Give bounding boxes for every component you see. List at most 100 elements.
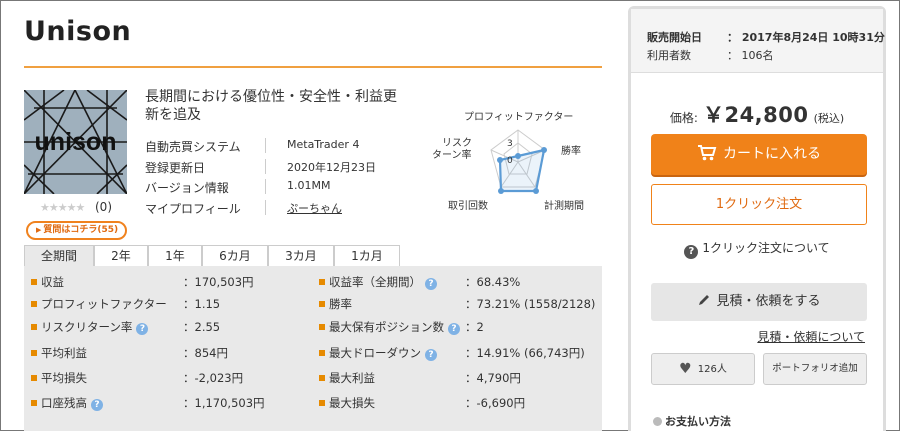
price-value: ￥24,800 xyxy=(702,103,809,127)
product-title: Unison xyxy=(24,16,132,47)
stat-label: リスクリターン率? xyxy=(41,319,149,335)
about-quote-link[interactable]: 見積・依頼について xyxy=(757,328,865,345)
stat-value: ：1.15 xyxy=(183,297,221,311)
stat-label: 平均利益 xyxy=(41,345,87,361)
stat-label-text: 収益率（全期間） xyxy=(329,275,421,289)
bullet-square xyxy=(31,375,37,381)
about-one-click-label: 1クリック注文について xyxy=(702,241,830,255)
tab-1-year[interactable]: 1年 xyxy=(148,245,202,267)
stat-label-text: 勝率 xyxy=(329,297,352,311)
one-click-order-button[interactable]: 1クリック注文 xyxy=(651,184,867,225)
users-label: 利用者数 xyxy=(647,49,691,62)
users-value: ： 106名 xyxy=(727,49,774,62)
bullet-square xyxy=(319,400,325,406)
stat-label: 収益 xyxy=(41,274,64,290)
stat-label-text: 最大利益 xyxy=(329,371,375,385)
purchase-sidebar: 販売開始日 ： 2017年8月24日 10時31分 利用者数 ： 106名 価格… xyxy=(628,6,886,431)
stat-label-text: 収益 xyxy=(41,275,64,289)
stat-label-text: 最大ドローダウン xyxy=(329,346,421,360)
product-thumbnail[interactable]: unison xyxy=(24,90,127,194)
stat-label: 収益率（全期間）? xyxy=(329,274,437,290)
favorite-count: 126人 xyxy=(697,364,727,375)
sale-start-value: ： 2017年8月24日 10時31分 xyxy=(727,31,885,44)
stats-panel: 収益 ：170,503円 プロフィットファクター ：1.15 リスクリターン率? ：2… xyxy=(24,266,602,431)
bullet-square xyxy=(31,301,37,307)
bullet-square xyxy=(319,350,325,356)
bullet-square xyxy=(31,400,37,406)
stat-value: ：73.21% (1558/2128) xyxy=(465,297,596,311)
radar-label-risk-2: ターン率 xyxy=(432,150,472,161)
info-separator xyxy=(265,158,266,174)
profile-link[interactable]: ぷーちゃん xyxy=(287,200,342,216)
stat-label: 最大損失 xyxy=(329,395,375,411)
stat-label-text: リスクリターン率 xyxy=(41,320,133,334)
stat-label: 最大保有ポジション数? xyxy=(329,319,460,335)
help-icon[interactable]: ? xyxy=(91,399,103,411)
bullet-square xyxy=(31,279,37,285)
question-icon: ? xyxy=(684,245,699,259)
radar-label-risk: リスク xyxy=(442,138,472,149)
info-value: 1.01MM xyxy=(287,179,331,192)
radar-label-pf: プロフィットファクター xyxy=(464,112,574,123)
about-one-click-link[interactable]: ? 1クリック注文について xyxy=(631,239,883,259)
stat-label-text: 口座残高 xyxy=(41,396,87,410)
stat-value: ：-2,023円 xyxy=(183,371,244,385)
bullet-square xyxy=(31,324,37,330)
tab-1-month[interactable]: 1カ月 xyxy=(334,245,400,267)
heart-icon: ♥ xyxy=(679,361,692,377)
sale-meta: 販売開始日 ： 2017年8月24日 10時31分 利用者数 ： 106名 xyxy=(631,9,885,73)
help-icon[interactable]: ? xyxy=(425,278,437,290)
stat-value: ：1,170,503円 xyxy=(183,396,265,410)
add-portfolio-button[interactable]: ポートフォリオ追加 xyxy=(763,353,867,385)
stat-label-text: 最大保有ポジション数 xyxy=(329,320,444,334)
rating-stars: ★★★★★ xyxy=(40,201,85,214)
question-link-button[interactable]: ▶ 質問はコチラ(55) xyxy=(26,221,127,240)
sale-start-label: 販売開始日 xyxy=(647,31,702,44)
tab-all-period[interactable]: 全期間 xyxy=(24,245,94,267)
add-to-cart-label: カートに入れる xyxy=(723,146,821,162)
pen-icon xyxy=(699,295,710,305)
info-label: マイプロフィール xyxy=(145,201,241,216)
radar-label-trades: 取引回数 xyxy=(448,201,488,212)
stat-value: ：854円 xyxy=(183,346,228,360)
request-quote-button[interactable]: 見積・依頼をする xyxy=(651,283,867,321)
request-quote-label: 見積・依頼をする xyxy=(716,294,821,309)
cart-icon xyxy=(698,145,717,161)
stat-label-text: 平均損失 xyxy=(41,371,87,385)
price: 価格: ￥24,800 (税込) xyxy=(631,99,883,129)
payment-methods-label: お支払い方法 xyxy=(665,415,731,428)
radar-label-period: 計測期間 xyxy=(544,201,584,212)
tab-2-years[interactable]: 2年 xyxy=(94,245,148,267)
question-link-label: 質問はコチラ(55) xyxy=(43,225,119,235)
tab-6-months[interactable]: 6カ月 xyxy=(202,245,268,267)
product-description: 長期間における優位性・安全性・利益更新を追及 xyxy=(145,89,397,123)
info-separator xyxy=(265,199,266,215)
info-label: 自動売買システム xyxy=(145,140,241,154)
info-label: 登録更新日 xyxy=(145,160,206,175)
play-triangle-icon: ▶ xyxy=(36,226,42,234)
tab-3-months[interactable]: 3カ月 xyxy=(268,245,334,267)
help-icon[interactable]: ? xyxy=(425,349,437,361)
stat-value: ：-6,690円 xyxy=(465,396,526,410)
stat-value: ：2 xyxy=(465,320,484,334)
radar-scale-zero: 0 xyxy=(507,156,513,166)
stat-value: ：170,503円 xyxy=(183,275,254,289)
price-tax-note: (税込) xyxy=(813,112,845,125)
rating-count: (0) xyxy=(95,200,112,214)
stat-label: プロフィットファクター xyxy=(41,296,167,312)
stat-value: ：2.55 xyxy=(183,320,221,334)
add-to-cart-button[interactable]: カートに入れる xyxy=(651,134,867,175)
stat-label-text: 最大損失 xyxy=(329,396,375,410)
bullet-dot-icon xyxy=(653,417,662,426)
info-separator xyxy=(265,138,266,153)
bullet-square xyxy=(31,350,37,356)
stat-label-text: 平均利益 xyxy=(41,346,87,360)
payment-methods-heading: お支払い方法 xyxy=(653,413,731,429)
help-icon[interactable]: ? xyxy=(136,323,149,335)
bullet-square xyxy=(319,375,325,381)
radar-label-win: 勝率 xyxy=(561,146,581,157)
favorite-button[interactable]: ♥ 126人 xyxy=(651,353,755,385)
title-divider xyxy=(24,66,602,68)
help-icon[interactable]: ? xyxy=(448,323,460,335)
bullet-square xyxy=(319,279,325,285)
